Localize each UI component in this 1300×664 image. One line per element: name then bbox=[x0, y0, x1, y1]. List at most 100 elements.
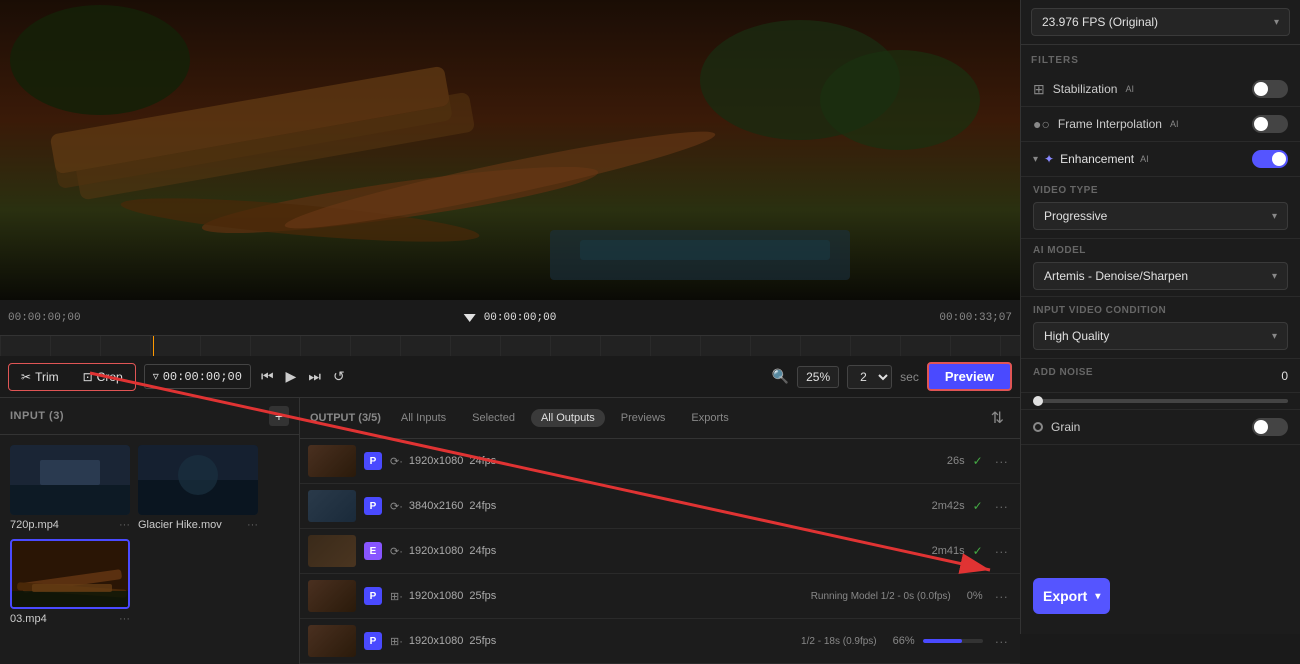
video-type-label: VIDEO TYPE bbox=[1033, 185, 1288, 196]
tab-selected[interactable]: Selected bbox=[462, 409, 525, 427]
export-button[interactable]: Export ▾ bbox=[1033, 578, 1110, 614]
frame-interpolation-label: ●○ Frame Interpolation AI bbox=[1033, 116, 1179, 132]
interpolation-toggle[interactable] bbox=[1252, 115, 1288, 133]
add-input-button[interactable]: + bbox=[269, 406, 289, 426]
file-item-720p[interactable]: 720p.mp4 ··· bbox=[10, 445, 130, 531]
badge-p-5: P bbox=[364, 632, 382, 650]
timer-icon: ▿ bbox=[153, 369, 159, 384]
noise-slider-row bbox=[1021, 393, 1300, 410]
stabilization-row: ⊞ Stabilization AI bbox=[1021, 72, 1300, 107]
multiplier-select[interactable]: 2 4 bbox=[847, 365, 892, 389]
crop-button[interactable]: ⊡ Crop bbox=[73, 366, 133, 388]
output-info-5: ⊞· 1920x1080 25fps bbox=[390, 635, 793, 648]
timeline-scrubber[interactable] bbox=[0, 336, 1020, 356]
tab-all-inputs[interactable]: All Inputs bbox=[391, 409, 456, 427]
file-name-720p: 720p.mp4 ··· bbox=[10, 519, 130, 531]
timecode-start: 00:00:00;00 bbox=[8, 312, 81, 324]
output-header: OUTPUT (3/5) bbox=[310, 412, 381, 424]
file-item-03mp4[interactable]: 03.mp4 ··· bbox=[10, 539, 130, 625]
loop-button[interactable]: ↺ bbox=[331, 366, 347, 387]
resolution-icons-2: ⟳· bbox=[390, 500, 403, 513]
enhancement-row: ▾ ✦ Enhancement AI bbox=[1021, 142, 1300, 177]
file-menu-glacier[interactable]: ··· bbox=[247, 519, 258, 531]
frame-interpolation-row: ●○ Frame Interpolation AI bbox=[1021, 107, 1300, 142]
stabilization-label: ⊞ Stabilization AI bbox=[1033, 81, 1134, 98]
tab-exports[interactable]: Exports bbox=[681, 409, 738, 427]
file-name-03mp4: 03.mp4 ··· bbox=[10, 613, 130, 625]
output-row-1[interactable]: P ⟳· 1920x1080 24fps 26s ✓ ··· bbox=[300, 439, 1020, 484]
input-condition-section: INPUT VIDEO CONDITION High Quality ▾ bbox=[1021, 297, 1300, 359]
interpolation-ai-badge: AI bbox=[1170, 119, 1179, 129]
noise-slider-thumb[interactable] bbox=[1033, 396, 1043, 406]
progress-fill-5 bbox=[923, 639, 963, 643]
ai-model-label: AI MODEL bbox=[1033, 245, 1288, 256]
file-thumb-720p bbox=[10, 445, 130, 515]
stabilization-ai-badge: AI bbox=[1125, 84, 1134, 94]
enhancement-chevron-icon[interactable]: ▾ bbox=[1033, 154, 1038, 165]
file-name-glacier: Glacier Hike.mov ··· bbox=[138, 519, 258, 531]
timecode-bar: 00:00:00;00 00:00:00;00 00:00:33;07 bbox=[0, 300, 1020, 336]
toolbar-right: 🔍 25% 2 4 sec Preview bbox=[772, 362, 1012, 391]
filters-title: FILTERS bbox=[1021, 45, 1300, 72]
playhead-line bbox=[153, 336, 154, 356]
more-btn-4[interactable]: ··· bbox=[991, 587, 1012, 606]
sec-label: sec bbox=[900, 370, 919, 384]
sort-button[interactable]: ⇅ bbox=[985, 406, 1010, 430]
playhead-timecode: 00:00:00;00 bbox=[464, 312, 557, 324]
file-menu-03mp4[interactable]: ··· bbox=[119, 613, 130, 625]
duration-3: 2m41s bbox=[932, 545, 965, 557]
resolution-4: 1920x1080 bbox=[409, 590, 463, 602]
output-thumb-3 bbox=[308, 535, 356, 567]
enhancement-label: ▾ ✦ Enhancement AI bbox=[1033, 152, 1149, 166]
output-row-3[interactable]: E ⟳· 1920x1080 24fps 2m41s ✓ ··· bbox=[300, 529, 1020, 574]
input-condition-dropdown[interactable]: High Quality ▾ bbox=[1033, 322, 1288, 350]
video-type-dropdown[interactable]: Progressive ▾ bbox=[1033, 202, 1288, 230]
output-list: P ⟳· 1920x1080 24fps 26s ✓ ··· P bbox=[300, 439, 1020, 664]
file-item-glacier[interactable]: Glacier Hike.mov ··· bbox=[138, 445, 258, 531]
ai-model-dropdown[interactable]: Artemis - Denoise/Sharpen ▾ bbox=[1033, 262, 1288, 290]
tab-previews[interactable]: Previews bbox=[611, 409, 676, 427]
preview-button[interactable]: Preview bbox=[927, 362, 1012, 391]
output-row-4[interactable]: P ⊞· 1920x1080 25fps Running Model 1/2 -… bbox=[300, 574, 1020, 619]
duration-2: 2m42s bbox=[932, 500, 965, 512]
progress-bar-5 bbox=[923, 639, 983, 643]
output-row-5[interactable]: P ⊞· 1920x1080 25fps 1/2 - 18s (0.9fps) … bbox=[300, 619, 1020, 664]
more-btn-5[interactable]: ··· bbox=[991, 632, 1012, 651]
more-btn-1[interactable]: ··· bbox=[991, 452, 1012, 471]
output-row-2[interactable]: P ⟳· 3840x2160 24fps 2m42s ✓ ··· bbox=[300, 484, 1020, 529]
file-thumb-glacier bbox=[138, 445, 258, 515]
step-forward-button[interactable]: ⏭ bbox=[306, 366, 323, 387]
more-btn-3[interactable]: ··· bbox=[991, 542, 1012, 561]
grain-dot-icon bbox=[1033, 422, 1043, 432]
output-info-1: ⟳· 1920x1080 24fps bbox=[390, 455, 939, 468]
fps-dropdown[interactable]: 23.976 FPS (Original) ▾ bbox=[1031, 8, 1290, 36]
percent-4: 0% bbox=[967, 590, 983, 602]
noise-slider-track[interactable] bbox=[1033, 399, 1288, 403]
file-menu-720p[interactable]: ··· bbox=[119, 519, 130, 531]
noise-value: 0 bbox=[1268, 369, 1288, 383]
fps-2: 24fps bbox=[469, 500, 496, 512]
tab-all-outputs[interactable]: All Outputs bbox=[531, 409, 605, 427]
fps-1: 24fps bbox=[469, 455, 496, 467]
zoom-level-display: 25% bbox=[797, 366, 839, 388]
duration-1: 26s bbox=[947, 455, 965, 467]
right-panel: 23.976 FPS (Original) ▾ FILTERS ⊞ Stabil… bbox=[1020, 0, 1300, 634]
check-icon-1: ✓ bbox=[973, 454, 983, 468]
enhancement-ai-badge: AI bbox=[1140, 154, 1149, 164]
stabilization-toggle[interactable] bbox=[1252, 80, 1288, 98]
frame-interpolation-icon: ●○ bbox=[1033, 116, 1050, 132]
export-chevron-icon: ▾ bbox=[1095, 591, 1100, 602]
input-condition-chevron-icon: ▾ bbox=[1272, 331, 1277, 342]
resolution-5: 1920x1080 bbox=[409, 635, 463, 647]
step-back-button[interactable]: ⏮ bbox=[259, 366, 276, 387]
grain-toggle[interactable] bbox=[1252, 418, 1288, 436]
more-btn-2[interactable]: ··· bbox=[991, 497, 1012, 516]
sparkle-icon: ✦ bbox=[1044, 152, 1054, 166]
running-text-4: Running Model 1/2 - 0s (0.0fps) bbox=[811, 591, 951, 602]
file-thumb-03mp4 bbox=[10, 539, 130, 609]
badge-p-2: P bbox=[364, 497, 382, 515]
resolution-icons-3: ⟳· bbox=[390, 545, 403, 558]
trim-button[interactable]: ✂ Trim bbox=[11, 366, 69, 388]
enhancement-toggle[interactable] bbox=[1252, 150, 1288, 168]
play-button[interactable]: ▶ bbox=[284, 366, 299, 387]
